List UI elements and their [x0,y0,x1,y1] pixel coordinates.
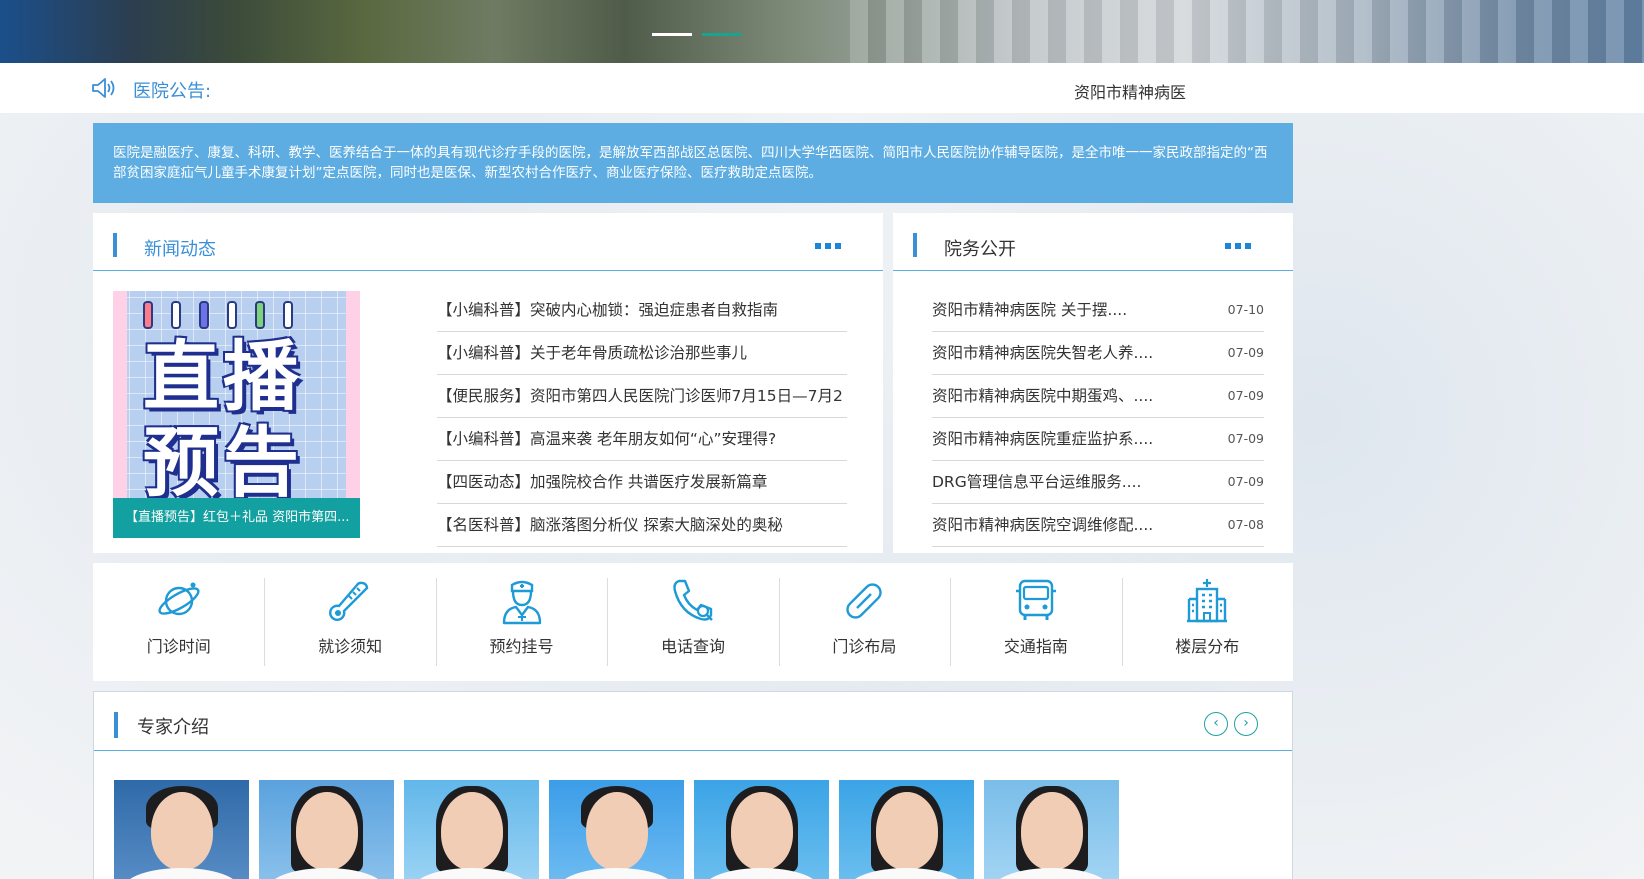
service-appointment[interactable]: 预约挂号 [435,563,607,681]
section-marker [113,233,117,257]
affairs-panel-header: 院务公开 [893,213,1293,271]
service-label: 门诊布局 [832,637,897,656]
expert-photo[interactable] [114,780,249,879]
news-more-icon[interactable] [815,243,841,249]
speaker-icon [92,78,115,98]
hospital-intro: 医院是融医疗、康复、科研、教学、医养结合于一体的具有现代诊疗手段的医院，是解放军… [93,123,1293,203]
affairs-item-date: 07-10 [1227,302,1264,317]
affairs-item-title: DRG管理信息平台运维服务.... [932,473,1142,491]
thermometer-icon [329,581,369,621]
news-featured-image[interactable]: 直播 预告 【直播预告】红包＋礼品 资阳市第四... [113,291,360,538]
affairs-item[interactable]: 资阳市精神病医院重症监护系.... 07-09 [932,418,1264,461]
service-label: 交通指南 [1003,637,1068,656]
hero-banner [0,0,1644,63]
service-label: 预约挂号 [489,637,554,656]
experts-panel-header: 专家介绍 ‹ › [94,692,1292,751]
service-label: 就诊须知 [318,637,383,656]
section-marker [913,233,917,257]
service-traffic-guide[interactable]: 交通指南 [950,563,1121,681]
affairs-item[interactable]: 资阳市精神病医院 关于摆.... 07-10 [932,289,1264,332]
banner-pagination [652,33,742,36]
banner-building-image [850,0,1644,63]
affairs-panel-title: 院务公开 [944,239,1016,260]
news-panel-header: 新闻动态 [93,213,883,271]
service-visit-notice[interactable]: 就诊须知 [264,563,435,681]
chevron-right-icon[interactable]: › [1234,712,1258,736]
chevron-left-icon[interactable]: ‹ [1204,712,1228,736]
service-label: 楼层分布 [1175,637,1240,656]
service-label: 门诊时间 [146,637,211,656]
featured-image-text-1: 直播 [143,332,303,421]
affairs-list: 资阳市精神病医院 关于摆.... 07-10 资阳市精神病医院失智老人养.... 0… [932,289,1264,547]
affairs-item-title: 资阳市精神病医院空调维修配.... [932,516,1154,534]
affairs-item[interactable]: DRG管理信息平台运维服务.... 07-09 [932,461,1264,504]
expert-photo[interactable] [404,780,539,879]
affairs-item[interactable]: 资阳市精神病医院失智老人养.... 07-09 [932,332,1264,375]
affairs-item-title: 资阳市精神病医院重症监护系.... [932,430,1154,448]
experts-panel-title: 专家介绍 [137,717,209,738]
expert-photo[interactable] [839,780,974,879]
affairs-more-icon[interactable] [1225,243,1251,249]
news-item[interactable]: 【名医科普】脑涨落图分析仪 探索大脑深处的奥秘 [437,504,847,547]
notice-scroll-text[interactable]: 资阳市精神病医 [1074,79,1186,103]
banner-dot-2[interactable] [702,33,742,36]
news-item[interactable]: 【便民服务】资阳市第四人民医院门诊医师7月15日—7月2 [437,375,847,418]
news-item[interactable]: 【四医动态】加强院校合作 共谱医疗发展新篇章 [437,461,847,504]
expert-photo[interactable] [984,780,1119,879]
affairs-panel: 院务公开 资阳市精神病医院 关于摆.... 07-10 资阳市精神病医院失智老人养… [893,213,1293,553]
quick-services: 门诊时间 就诊须知 预约挂号 电话查询 门诊布局 交通指南 楼层分布 [93,563,1293,681]
news-panel: 新闻动态 直播 预告 【直播预告】红包＋礼品 资阳市第四... 【小编科普】突破… [93,213,883,553]
service-outpatient-layout[interactable]: 门诊布局 [778,563,950,681]
expert-photo[interactable] [694,780,829,879]
service-phone-inquiry[interactable]: 电话查询 [607,563,778,681]
phone-search-icon [673,579,713,621]
experts-panel: 专家介绍 ‹ › [93,691,1293,879]
affairs-item-date: 07-09 [1227,431,1264,446]
affairs-item[interactable]: 资阳市精神病医院空调维修配.... 07-08 [932,504,1264,547]
notice-bar: 医院公告: 资阳市精神病医 [0,63,1644,113]
affairs-item-title: 资阳市精神病医院失智老人养.... [932,344,1154,362]
service-outpatient-hours[interactable]: 门诊时间 [93,563,264,681]
experts-photo-row [114,780,1119,879]
news-panel-title: 新闻动态 [144,239,216,260]
affairs-item-date: 07-08 [1227,517,1264,532]
news-list: 【小编科普】突破内心枷锁：强迫症患者自救指南 【小编科普】关于老年骨质疏松诊治那… [437,289,847,547]
hospital-intro-text: 医院是融医疗、康复、科研、教学、医养结合于一体的具有现代诊疗手段的医院，是解放军… [113,145,1268,181]
expert-photo[interactable] [259,780,394,879]
affairs-item-date: 07-09 [1227,345,1264,360]
expert-photo[interactable] [549,780,684,879]
bus-icon [1015,579,1056,620]
service-label: 电话查询 [660,637,725,656]
notebook-rings [143,301,293,329]
news-featured-caption[interactable]: 【直播预告】红包＋礼品 资阳市第四... [113,498,360,538]
nurse-icon [502,580,541,625]
affairs-item-title: 资阳市精神病医院 关于摆.... [932,301,1128,319]
affairs-item[interactable]: 资阳市精神病医院中期蛋鸡、.... 07-09 [932,375,1264,418]
banner-dot-1[interactable] [652,33,692,36]
news-item[interactable]: 【小编科普】高温来袭 老年朋友如何“心”安理得? [437,418,847,461]
featured-image-text-2: 预告 [143,418,303,507]
planet-icon [158,582,200,616]
news-item[interactable]: 【小编科普】关于老年骨质疏松诊治那些事儿 [437,332,847,375]
experts-carousel-controls: ‹ › [1204,712,1258,736]
notice-label: 医院公告: [133,81,212,102]
affairs-item-title: 资阳市精神病医院中期蛋鸡、.... [932,387,1154,405]
affairs-item-date: 07-09 [1227,388,1264,403]
news-item[interactable]: 【小编科普】突破内心枷锁：强迫症患者自救指南 [437,289,847,332]
hospital-building-icon [1187,579,1228,623]
service-floor-layout[interactable]: 楼层分布 [1121,563,1293,681]
section-marker [114,712,118,738]
pill-icon [846,583,883,619]
affairs-item-date: 07-09 [1227,474,1264,489]
